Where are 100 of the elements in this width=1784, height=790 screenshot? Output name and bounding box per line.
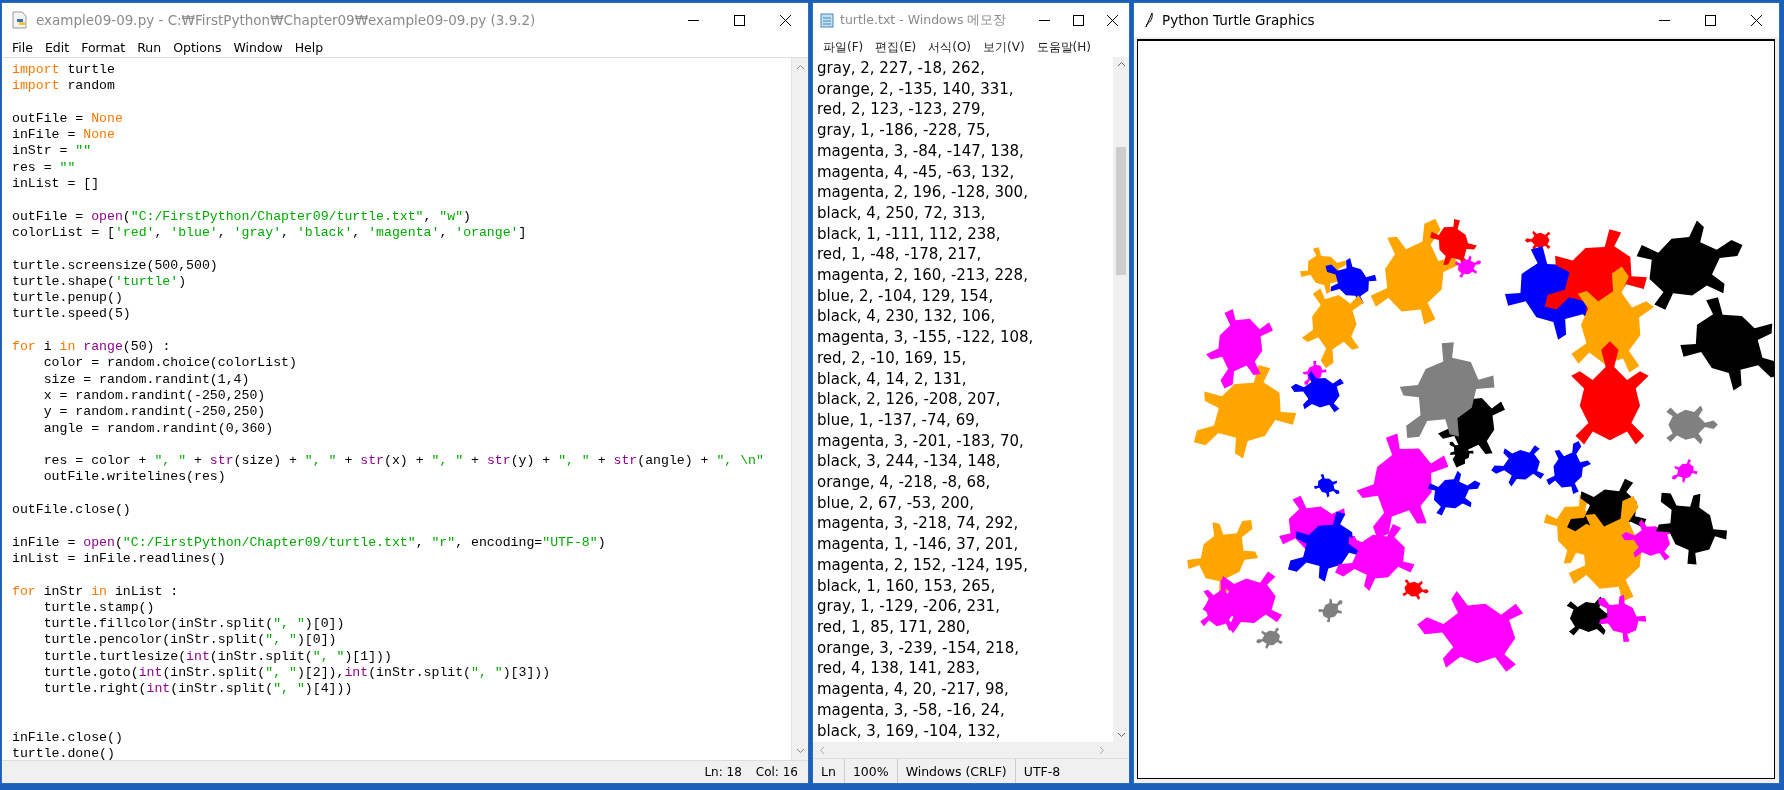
text-line: magenta, 3, -218, 74, 292, (817, 513, 1020, 535)
code-line: inList = inFile.readlines() (12, 550, 227, 568)
code-line: inStr = "" (12, 143, 93, 160)
text-line: magenta, 3, -84, -147, 138, (817, 140, 1025, 162)
menu-item[interactable]: Help (288, 39, 330, 55)
text-line: red, 1, -48, -178, 217, (817, 244, 983, 266)
code-line: for inStr in inList : (12, 583, 180, 600)
scroll-up-icon[interactable] (795, 64, 805, 70)
text-line: black, 1, 160, 153, 265, (817, 575, 997, 597)
scroll-left-icon[interactable] (819, 745, 825, 755)
code-line: size = random.randint(1,4) (42, 371, 251, 388)
text-line: orange, 2, -135, 140, 331, (817, 78, 1015, 100)
scroll-up-icon[interactable] (1116, 61, 1126, 67)
text-line: black, 3, 169, -104, 132, (817, 720, 1002, 742)
close-icon (1750, 14, 1762, 26)
code-line: y = random.randint(-250,250) (42, 404, 267, 421)
code-line: inFile.close() (12, 730, 124, 747)
text-line: magenta, 3, -155, -122, 108, (817, 327, 1035, 348)
notepad-icon (819, 12, 835, 28)
python-file-icon (12, 11, 28, 29)
menu-item[interactable]: Format (75, 39, 132, 55)
window-title: example09-09.py - C:₩FirstPython₩Chapter09₩example09-09.py (3.9.2) (36, 12, 537, 28)
text-line: magenta, 3, -58, -16, 24, (817, 699, 1006, 721)
code-line: turtle.goto(int(inStr.split(", ")[2]),int(inStr.split(", ")[3])) (42, 665, 552, 682)
menu-item[interactable]: 파일(F) (817, 38, 870, 56)
code-line: color = random.choice(colorList) (42, 355, 298, 372)
code-line: angle = random.randint(0,360) (42, 420, 275, 437)
code-line: turtle.fillcolor(inStr.split(", ")[0]) (42, 616, 346, 633)
text-line: blue, 1, -137, -74, 69, (817, 409, 981, 431)
text-line: blue, 2, 67, -53, 200, (817, 492, 976, 514)
menu-item[interactable]: Edit (38, 39, 76, 55)
text-line: black, 4, 250, 72, 313, (817, 202, 987, 224)
feather-icon (1144, 12, 1154, 28)
status-text: UTF-8 (1022, 762, 1062, 781)
menu-item[interactable]: 서식(O) (922, 38, 978, 56)
text-line: black, 2, 126, -208, 207, (817, 389, 1002, 410)
menu-item[interactable]: Run (131, 39, 168, 55)
text-line: magenta, 3, -201, -183, 70, (817, 430, 1025, 452)
code-line: turtle.stamp() (42, 599, 156, 617)
text-line: magenta, 1, -146, 37, 201, (817, 534, 1020, 555)
window-title: turtle.txt - Windows 메모장 (840, 11, 1008, 29)
menu-item[interactable]: 도움말(H) (1030, 38, 1097, 56)
code-line: turtle.speed(5) (12, 306, 132, 323)
text-line: magenta, 4, 20, -217, 98, (817, 679, 1010, 700)
menu-item[interactable]: 편집(E) (869, 38, 923, 56)
code-line: turtle.turtlesize(int(inStr.split(", ")[1])) (42, 648, 393, 665)
text-line: gray, 1, -186, -228, 75, (817, 120, 992, 141)
text-line: magenta, 2, 152, -124, 195, (817, 554, 1029, 576)
text-line: blue, 2, -104, 129, 154, (817, 285, 995, 307)
maximize-icon (1072, 14, 1084, 26)
status-text: 100% (844, 759, 898, 783)
code-line: outFile = None (12, 110, 124, 128)
code-line: outFile = open("C:/FirstPython/Chapter09/turtle.txt", "w") (12, 208, 473, 225)
text-line: orange, 4, -218, -8, 68, (817, 472, 992, 493)
text-line: red, 2, -10, 169, 15, (817, 347, 968, 369)
scroll-right-icon[interactable] (1099, 745, 1105, 755)
window-title: Python Turtle Graphics (1162, 12, 1316, 28)
text-line: gray, 2, 227, -18, 262, (817, 58, 986, 79)
text-line: red, 1, 85, 171, 280, (817, 617, 972, 638)
text-line: magenta, 2, 196, -128, 300, (817, 182, 1029, 203)
code-line: turtle.screensize(500,500) (12, 257, 219, 274)
code-line: import turtle (12, 62, 116, 79)
minimize-icon (1038, 19, 1050, 21)
code-line: outFile.close() (12, 502, 132, 519)
code-line: colorList = ['red', 'blue', 'gray', 'black', 'magenta', 'orange'] (12, 224, 528, 242)
code-line: turtle.right(int(inStr.split(", ")[4])) (42, 681, 354, 698)
maximize-icon (1704, 14, 1716, 26)
code-line: x = random.randint(-250,250) (42, 387, 267, 405)
status-text: Ln: 18 (704, 765, 742, 779)
code-line: inFile = None (12, 127, 116, 144)
status-text: Ln (813, 759, 845, 783)
text-line: black, 4, 14, 2, 131, (817, 368, 968, 390)
code-line: for i in range(50) : (12, 339, 172, 356)
text-line: magenta, 4, -45, -63, 132, (817, 161, 1016, 183)
menu-item[interactable]: Window (227, 39, 289, 55)
close-icon (1106, 14, 1118, 26)
minimize-icon (687, 19, 699, 21)
menu-item[interactable]: Options (167, 39, 228, 55)
text-line: magenta, 2, 160, -213, 228, (817, 265, 1029, 286)
code-line: import random (12, 78, 116, 95)
menu-item[interactable]: 보기(V) (977, 38, 1031, 56)
status-text: Windows (CRLF) (897, 759, 1016, 783)
code-line: turtle.done() (12, 746, 116, 763)
code-line: turtle.penup() (12, 290, 124, 307)
text-line: gray, 1, -129, -206, 231, (817, 596, 1001, 617)
code-line: turtle.pencolor(inStr.split(", ")[0]) (42, 632, 338, 649)
scrollbar-thumb[interactable] (1116, 147, 1126, 275)
code-line: turtle.shape('turtle') (12, 273, 188, 291)
scroll-down-icon[interactable] (1116, 732, 1126, 738)
text-line: black, 1, -111, 112, 238, (817, 223, 1002, 245)
text-line: red, 2, 123, -123, 279, (817, 99, 987, 121)
text-line: black, 4, 230, 132, 106, (817, 306, 997, 328)
text-line: orange, 3, -239, -154, 218, (817, 637, 1020, 659)
minimize-icon (1658, 19, 1670, 21)
menu-item[interactable]: File (6, 39, 39, 55)
code-line: inList = [] (12, 176, 101, 193)
scroll-down-icon[interactable] (795, 748, 805, 754)
maximize-icon (733, 14, 745, 26)
code-line: res = "" (12, 159, 77, 177)
status-text: Col: 16 (755, 765, 798, 779)
